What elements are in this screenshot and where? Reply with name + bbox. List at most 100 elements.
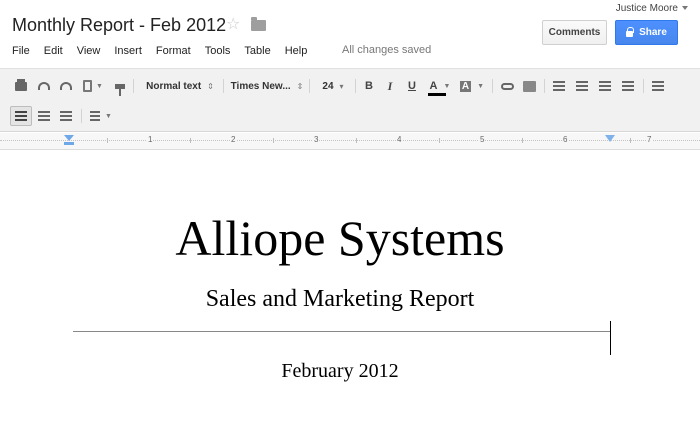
toolbar-row-1: ▼ Normal text ⇕ Times New... ⇕ 24 ▾ B I U A… [0,71,700,101]
menu-edit[interactable]: Edit [37,43,70,59]
text-color-button[interactable]: A ▼ [426,76,454,96]
ruler-mark-6: 6 [562,135,569,144]
ruler-mark-5: 5 [479,135,486,144]
menu-help[interactable]: Help [278,43,315,59]
app-header: Monthly Report - Feb 2012 ☆ Justice Moor… [0,0,700,68]
menu-bar: File Edit View Insert Format Tools Table… [5,43,314,59]
paste-button[interactable]: ▼ [79,76,107,96]
document-page[interactable]: Alliope Systems Sales and Marketing Repo… [0,151,700,429]
underline-button[interactable]: U [404,76,420,96]
ruler-mark-1: 1 [147,135,154,144]
insert-image-button[interactable] [520,76,538,96]
align-right-icon [38,111,50,121]
image-icon [522,80,536,92]
italic-button[interactable]: I [382,76,398,96]
numbered-list-icon [553,81,565,91]
align-left-icon [652,81,664,91]
menu-table[interactable]: Table [237,43,277,59]
ruler-mark-3: 3 [313,135,320,144]
font-size-select[interactable]: 24 ▾ [315,76,351,96]
ruler-tick [190,138,191,143]
print-button[interactable] [12,76,30,96]
chevron-down-icon: ▼ [96,82,103,90]
line-spacing-icon [90,111,101,121]
toolbar-divider [223,79,224,93]
paint-format-button[interactable] [112,76,128,96]
font-select[interactable]: Times New... ⇕ [229,76,305,96]
underline-icon: U [408,80,416,92]
justify-button[interactable] [57,106,75,126]
align-center-button[interactable] [10,106,32,126]
horizontal-rule [73,331,610,332]
bold-button[interactable]: B [361,76,377,96]
toolbar-divider [544,79,545,93]
link-icon [500,82,514,90]
redo-icon [60,82,72,90]
print-icon [15,78,27,91]
document-heading[interactable]: Alliope Systems [0,213,680,263]
menu-format[interactable]: Format [149,43,198,59]
chevron-down-icon [682,6,688,11]
chevron-down-icon: ▼ [443,82,451,90]
left-indent-marker[interactable] [64,142,74,145]
chevron-down-icon: ▾ [339,81,344,91]
ruler-mark-7: 7 [646,135,653,144]
increase-indent-button[interactable] [619,76,637,96]
document-date[interactable]: February 2012 [0,361,680,381]
docs-editor: Monthly Report - Feb 2012 ☆ Justice Moor… [0,0,700,429]
highlight-icon: A [459,80,472,92]
toolbar-divider [643,79,644,93]
style-value: Normal text [146,80,202,92]
undo-button[interactable] [35,76,53,96]
highlight-color-button[interactable]: A ▼ [458,76,486,96]
toolbar-divider [355,79,356,93]
menu-insert[interactable]: Insert [107,43,149,59]
menu-tools[interactable]: Tools [198,43,238,59]
save-status: All changes saved [342,44,432,56]
folder-icon[interactable] [251,17,266,31]
numbered-list-button[interactable] [550,76,568,96]
paste-icon [83,80,93,92]
paint-format-icon [115,83,125,96]
document-title[interactable]: Monthly Report - Feb 2012 [12,15,226,36]
updown-icon: ⇕ [296,81,304,91]
ruler[interactable]: 1 2 3 4 5 6 7 [0,133,700,150]
ruler-tick [439,138,440,143]
toolbar-divider [81,109,82,123]
decrease-indent-icon [599,81,611,91]
menu-file[interactable]: File [5,43,37,59]
menu-view[interactable]: View [70,43,108,59]
align-center-icon [15,111,27,121]
share-label: Share [639,27,667,38]
align-left-button[interactable] [649,76,667,96]
formatting-toolbar: ▼ Normal text ⇕ Times New... ⇕ 24 ▾ B I U A… [0,68,700,132]
ruler-tick [273,138,274,143]
decrease-indent-button[interactable] [596,76,614,96]
text-color-letter: A [429,80,438,92]
justify-icon [60,111,72,121]
comments-button[interactable]: Comments [542,20,607,45]
ruler-track [0,140,700,141]
toolbar-divider [133,79,134,93]
toolbar-row-2: ▼ [0,101,700,131]
user-account[interactable]: Justice Moore [616,3,688,14]
align-right-button[interactable] [35,106,53,126]
document-subheading[interactable]: Sales and Marketing Report [0,287,680,311]
style-select[interactable]: Normal text ⇕ [141,76,219,96]
font-size-value: 24 [322,80,334,92]
ruler-tick [630,138,631,143]
bulleted-list-button[interactable] [573,76,591,96]
star-icon[interactable]: ☆ [226,17,240,33]
ruler-tick [107,138,108,143]
insert-link-button[interactable] [498,76,516,96]
increase-indent-icon [622,81,634,91]
user-name: Justice Moore [615,3,678,14]
redo-button[interactable] [57,76,75,96]
ruler-mark-2: 2 [230,135,237,144]
line-spacing-button[interactable]: ▼ [87,106,115,126]
undo-icon [38,82,50,90]
toolbar-divider [492,79,493,93]
share-button[interactable]: Share [615,20,678,45]
text-color-icon: A [427,80,446,96]
updown-icon: ⇕ [207,81,214,91]
